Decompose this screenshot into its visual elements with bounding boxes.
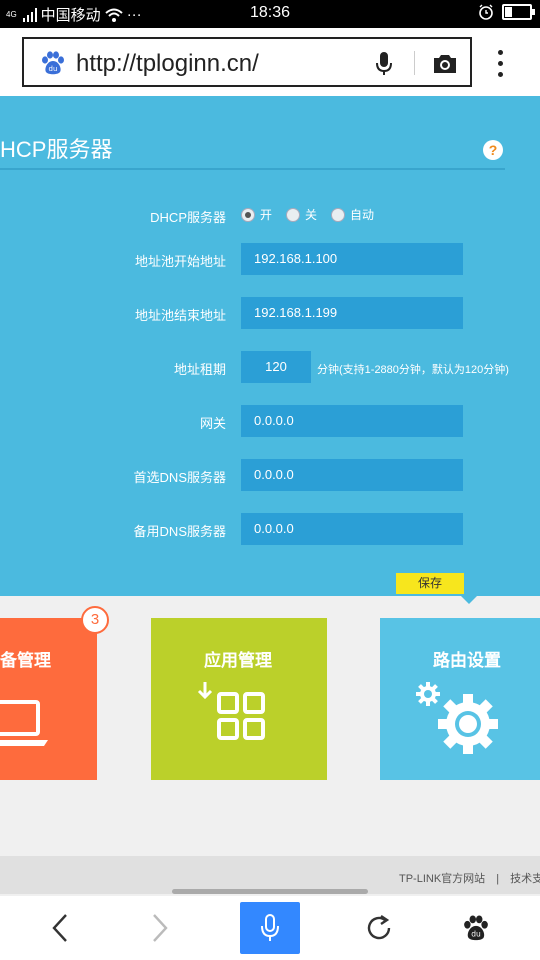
tile-app-management[interactable]: 应用管理 <box>151 618 327 780</box>
camera-icon[interactable] <box>432 53 458 75</box>
lease-input[interactable]: 120 <box>241 351 311 383</box>
home-button[interactable]: du <box>446 902 506 954</box>
pool-end-input[interactable]: 192.168.1.199 <box>241 297 463 329</box>
horizontal-scrollbar[interactable] <box>172 889 368 894</box>
refresh-button[interactable] <box>349 902 409 954</box>
save-button[interactable]: 保存 <box>396 573 464 594</box>
dns-primary-input[interactable]: 0.0.0.0 <box>241 459 463 491</box>
battery-level <box>505 7 512 17</box>
dns-primary-label: 首选DNS服务器 <box>133 470 226 485</box>
help-icon[interactable]: ? <box>483 140 503 160</box>
dhcp-panel: HCP服务器 ? DHCP服务器 开 关 自动 地址池开始地址 192.168.… <box>0 96 540 596</box>
status-time: 18:36 <box>249 4 291 21</box>
baidu-paw-icon: du <box>464 915 488 941</box>
lease-label: 地址租期 <box>173 362 226 377</box>
gateway-label: 网关 <box>199 416 226 431</box>
title-divider <box>0 168 505 170</box>
forward-button[interactable] <box>130 902 190 954</box>
browser-toolbar: du http://tploginn.cn/ <box>0 28 540 96</box>
svg-text:du: du <box>49 65 58 73</box>
dhcp-server-label: DHCP服务器 <box>150 210 226 225</box>
browser-bottom-nav: du <box>0 896 540 960</box>
laptop-icon <box>0 700 48 746</box>
forward-icon <box>153 914 168 942</box>
radio-off[interactable] <box>286 207 301 222</box>
radio-auto-label[interactable]: 自动 <box>350 206 374 223</box>
url-text: http://tploginn.cn/ <box>76 50 259 77</box>
refresh-icon <box>367 915 391 940</box>
toolbar-divider <box>414 51 415 75</box>
baidu-paw-icon: du <box>42 51 64 75</box>
radio-on-label[interactable]: 开 <box>260 206 272 223</box>
gateway-input[interactable]: 0.0.0.0 <box>241 405 463 437</box>
tile-device-management[interactable]: 备管理 <box>0 618 97 780</box>
more-vertical-icon[interactable] <box>498 50 512 83</box>
notification-badge: 3 <box>81 606 109 634</box>
pool-start-input[interactable]: 192.168.1.100 <box>241 243 463 275</box>
pool-start-label: 地址池开始地址 <box>134 254 226 269</box>
tile-router-settings[interactable]: 路由设置 <box>380 618 540 780</box>
radio-auto[interactable] <box>331 207 346 222</box>
tile-router-title: 路由设置 <box>433 651 501 670</box>
gear-icon <box>416 682 498 754</box>
official-site-link[interactable]: TP-LINK官方网站 <box>399 873 485 885</box>
voice-icon <box>261 914 279 941</box>
tile-device-title: 备管理 <box>0 651 51 670</box>
footer-links: TP-LINK官方网站 | 技术支 <box>399 870 540 886</box>
back-button[interactable] <box>30 902 90 954</box>
dhcp-mode-radio-group: 开 关 自动 <box>241 206 388 223</box>
microphone-icon[interactable] <box>374 51 394 77</box>
lease-hint: 分钟(支持1-2880分钟，默认为120分钟) <box>317 364 509 376</box>
alarm-icon <box>479 4 493 20</box>
footer-separator: | <box>496 873 500 885</box>
address-bar[interactable]: du http://tploginn.cn/ <box>22 37 472 87</box>
dns-secondary-label: 备用DNS服务器 <box>133 524 226 539</box>
radio-off-label[interactable]: 关 <box>305 206 317 223</box>
status-bar: 4G 中国移动 ··· 18:36 <box>0 0 540 28</box>
page-title: HCP服务器 <box>0 137 113 162</box>
apps-grid-icon <box>197 682 265 740</box>
support-link[interactable]: 技术支 <box>510 873 540 885</box>
panel-pointer <box>461 596 477 604</box>
svg-text:du: du <box>471 930 481 939</box>
tile-apps-title: 应用管理 <box>204 651 272 670</box>
pool-end-label: 地址池结束地址 <box>134 308 226 323</box>
radio-on[interactable] <box>241 207 255 222</box>
status-right <box>478 4 535 20</box>
back-icon <box>52 914 67 942</box>
voice-search-button[interactable] <box>240 902 300 954</box>
battery-icon <box>502 4 535 20</box>
dns-secondary-input[interactable]: 0.0.0.0 <box>241 513 463 545</box>
